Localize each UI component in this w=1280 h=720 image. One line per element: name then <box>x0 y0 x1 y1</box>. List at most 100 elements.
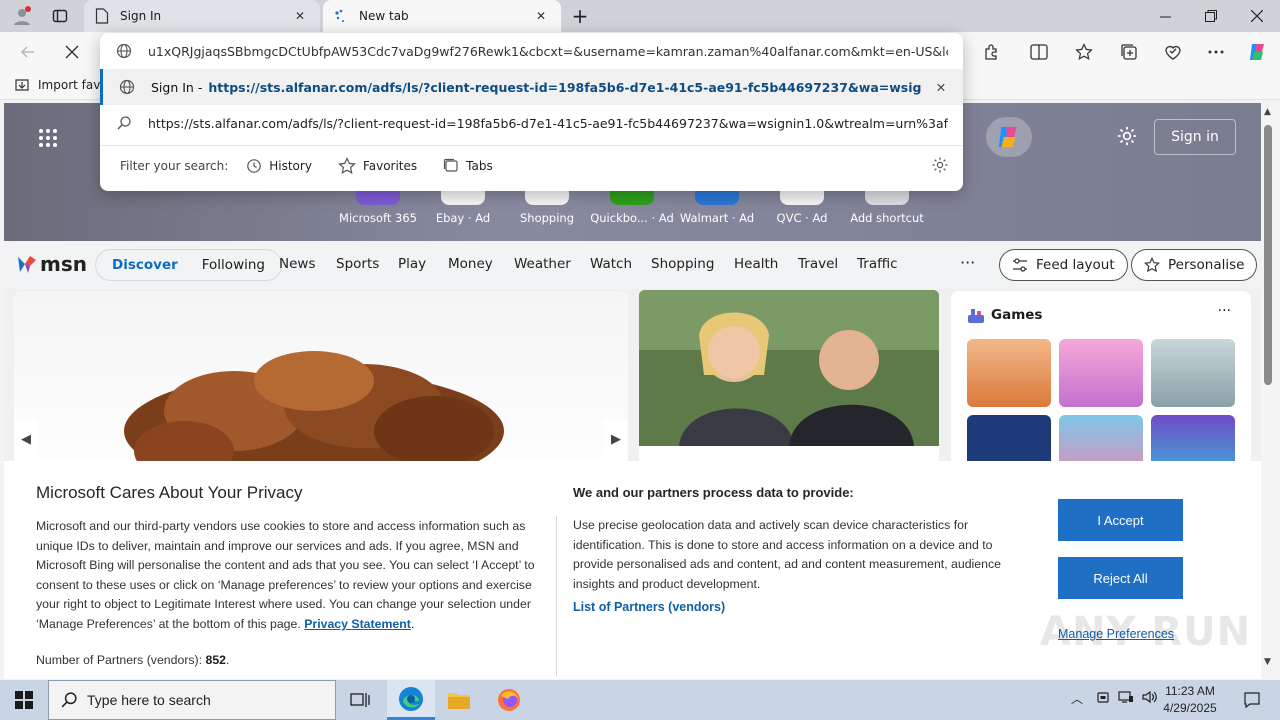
filter-favorites-label: Favorites <box>362 158 418 173</box>
filter-tabs[interactable]: Tabs <box>443 158 493 174</box>
nav-travel[interactable]: Travel <box>798 256 838 272</box>
address-bar-input[interactable]: u1xQRJgjaqsSBbmgcDCtUbfpAW53Cdc7vaDg9wf2… <box>100 33 963 69</box>
globe-icon <box>100 43 148 59</box>
sparkle-star-icon <box>1144 257 1160 273</box>
carousel-next-button[interactable]: ▶ <box>604 419 628 459</box>
tab-following[interactable]: Following <box>190 257 277 273</box>
clock-date: 4/29/2025 <box>1163 701 1217 715</box>
search-settings-icon[interactable] <box>931 156 949 177</box>
show-hidden-icons[interactable]: ︿ <box>1071 690 1083 707</box>
people-photo <box>639 290 939 446</box>
copilot-icon[interactable] <box>1242 36 1274 68</box>
taskbar-search-box[interactable]: Type here to search <box>48 680 336 720</box>
volume-icon[interactable] <box>1142 690 1158 707</box>
suggestion-item[interactable]: https://sts.alfanar.com/adfs/ls/?client-… <box>100 105 963 141</box>
remove-suggestion-icon[interactable]: ✕ <box>931 77 951 97</box>
game-tile[interactable] <box>1059 339 1143 407</box>
tab-new-tab[interactable]: New tab ✕ <box>323 0 561 32</box>
privacy-purpose-text: Use precise geolocation data and activel… <box>573 518 1001 591</box>
privacy-body-text: Microsoft and our third-party vendors us… <box>36 519 535 631</box>
edge-taskbar-icon[interactable] <box>387 680 435 720</box>
task-view-icon[interactable] <box>336 680 384 720</box>
page-scrollbar[interactable]: ▲ ▼ <box>1261 103 1280 680</box>
news-photo-card[interactable] <box>639 290 939 446</box>
carousel-prev-button[interactable]: ◀ <box>14 419 38 459</box>
system-clock[interactable]: 11:23 AM 4/29/2025 <box>1160 683 1220 717</box>
clock-time: 11:23 AM <box>1165 684 1215 698</box>
network-icon[interactable] <box>1118 690 1134 707</box>
new-tab-button[interactable]: + <box>566 0 594 32</box>
feed-layout-button[interactable]: Feed layout <box>999 249 1128 281</box>
nav-play[interactable]: Play <box>398 256 426 272</box>
copilot-icon[interactable] <box>986 117 1032 157</box>
security-icon[interactable] <box>1096 690 1110 707</box>
filter-tabs-label: Tabs <box>466 158 493 173</box>
close-tab-icon[interactable]: ✕ <box>531 6 551 26</box>
favorites-star-icon[interactable] <box>1068 36 1100 68</box>
back-icon[interactable] <box>12 36 44 68</box>
scroll-up-icon[interactable]: ▲ <box>1264 107 1271 117</box>
extensions-icon[interactable] <box>975 36 1007 68</box>
tab-actions-icon[interactable] <box>44 0 76 32</box>
sliders-icon <box>1013 258 1027 272</box>
list-of-partners-link[interactable]: List of Partners (vendors) <box>573 600 725 614</box>
msn-logo-text: msn <box>40 252 87 276</box>
nav-news[interactable]: News <box>279 256 315 272</box>
title-bar: Sign In ✕ New tab ✕ + <box>0 0 1280 32</box>
nav-shopping[interactable]: Shopping <box>651 256 714 272</box>
browser-essentials-icon[interactable] <box>1157 36 1189 68</box>
partners-label: Number of Partners (vendors): <box>36 653 203 667</box>
globe-icon <box>103 79 151 95</box>
app-launcher-icon[interactable] <box>38 128 58 152</box>
filter-history-label: History <box>269 158 312 173</box>
profile-icon[interactable] <box>6 0 38 32</box>
msn-logo[interactable]: msn <box>16 252 87 276</box>
suggestion-item[interactable]: Sign In - https://sts.alfanar.com/adfs/ls… <box>100 69 963 105</box>
nav-sports[interactable]: Sports <box>336 256 379 272</box>
reject-all-button[interactable]: Reject All <box>1058 557 1183 599</box>
shortcut-label: Ebay · Ad <box>435 211 491 225</box>
settings-icon[interactable] <box>1116 125 1138 151</box>
nav-traffic[interactable]: Traffic <box>857 256 898 272</box>
minimize-icon[interactable] <box>1142 0 1188 32</box>
import-favorites-label: Import favo <box>38 78 108 92</box>
close-tab-icon[interactable]: ✕ <box>290 6 310 26</box>
filter-history[interactable]: History <box>246 158 312 174</box>
games-more-button[interactable]: ··· <box>1218 303 1231 319</box>
nav-more-button[interactable]: ··· <box>960 253 975 272</box>
game-tile[interactable] <box>967 339 1051 407</box>
star-icon <box>338 156 356 174</box>
nav-watch[interactable]: Watch <box>590 256 632 272</box>
close-window-icon[interactable] <box>1234 0 1280 32</box>
msn-nav-bar: msn Discover Following News Sports Play … <box>4 241 1261 289</box>
scroll-down-icon[interactable]: ▼ <box>1264 657 1271 667</box>
start-button[interactable] <box>0 680 48 720</box>
collections-icon[interactable] <box>1113 36 1145 68</box>
tabs-icon <box>444 158 458 172</box>
pecans-image <box>124 351 504 471</box>
personalise-button[interactable]: Personalise <box>1131 249 1258 281</box>
tab-sign-in[interactable]: Sign In ✕ <box>84 0 320 32</box>
nav-health[interactable]: Health <box>734 256 778 272</box>
period: . <box>410 616 415 631</box>
import-favorites-button[interactable]: Import favo <box>14 77 108 93</box>
sign-in-button[interactable]: Sign in <box>1154 119 1236 155</box>
restore-icon[interactable] <box>1188 0 1234 32</box>
file-explorer-icon[interactable] <box>435 680 483 720</box>
manage-preferences-link[interactable]: Manage Preferences <box>1058 627 1174 641</box>
split-screen-icon[interactable] <box>1023 36 1055 68</box>
more-menu-icon[interactable] <box>1200 36 1232 68</box>
notifications-icon[interactable] <box>1232 680 1272 720</box>
scroll-thumb[interactable] <box>1264 125 1272 385</box>
tab-label: New tab <box>359 9 409 23</box>
tab-discover[interactable]: Discover <box>100 257 190 273</box>
privacy-statement-link[interactable]: Privacy Statement <box>304 617 411 631</box>
nav-money[interactable]: Money <box>448 256 493 272</box>
accept-button[interactable]: I Accept <box>1058 499 1183 541</box>
nav-weather[interactable]: Weather <box>514 256 571 272</box>
stop-loading-icon[interactable] <box>56 36 88 68</box>
game-tile[interactable] <box>1151 339 1235 407</box>
filter-favorites[interactable]: Favorites <box>338 156 418 175</box>
firefox-icon[interactable] <box>485 680 533 720</box>
loading-icon <box>333 8 349 24</box>
